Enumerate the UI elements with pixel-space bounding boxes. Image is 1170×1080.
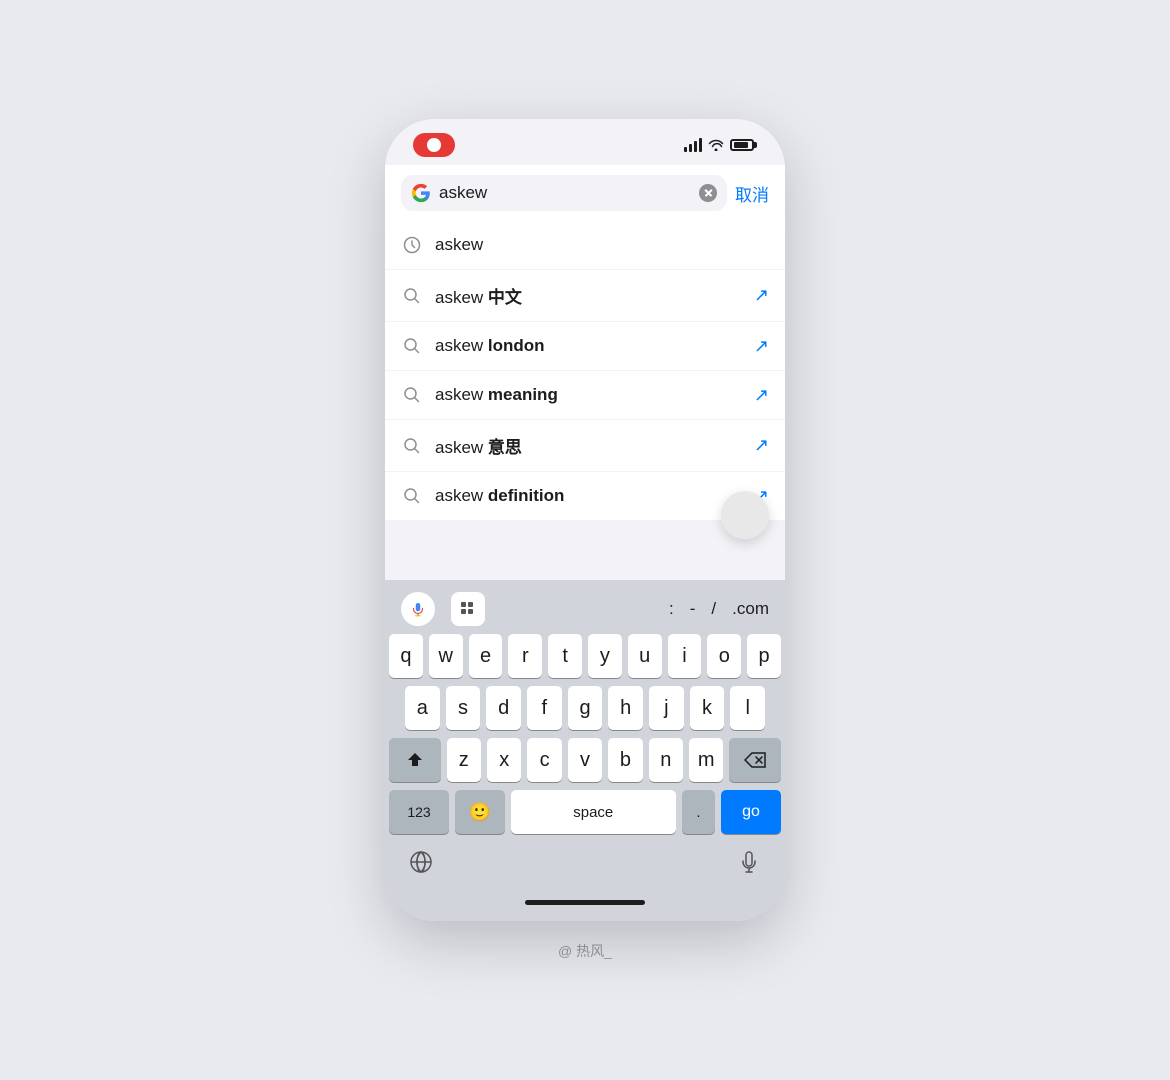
key-j[interactable]: j [649, 686, 684, 730]
toolbar-colon[interactable]: : [669, 599, 674, 619]
suggestion-item-2[interactable]: askew 中文 [385, 270, 785, 322]
suggestions-list: askew askew 中文 askew london [385, 221, 785, 520]
keyboard-toolbar: : - / .com [385, 588, 785, 634]
key-k[interactable]: k [690, 686, 725, 730]
suggestion-arrow-3 [754, 336, 769, 357]
suggestion-item-history[interactable]: askew [385, 221, 785, 270]
keyboard-row-3: z x c v b n m [385, 738, 785, 790]
key-h[interactable]: h [608, 686, 643, 730]
signal-icon [684, 138, 702, 152]
key-x[interactable]: x [487, 738, 521, 782]
clear-button[interactable] [699, 184, 717, 202]
suggestion-text-1: askew [435, 235, 742, 255]
numbers-button[interactable]: 123 [389, 790, 449, 834]
suggestion-text-3: askew london [435, 336, 742, 356]
key-r[interactable]: r [508, 634, 542, 678]
search-icon-3 [401, 335, 423, 357]
search-icon-6 [401, 485, 423, 507]
suggestion-text-5: askew 意思 [435, 433, 742, 458]
toolbar-slash[interactable]: / [711, 599, 716, 619]
toolbar-dotcom[interactable]: .com [732, 599, 769, 619]
suggestion-item-3[interactable]: askew london [385, 322, 785, 371]
search-area: 取消 [385, 165, 785, 221]
key-o[interactable]: o [707, 634, 741, 678]
key-b[interactable]: b [608, 738, 642, 782]
toolbar-left [401, 592, 485, 626]
globe-icon[interactable] [409, 850, 433, 880]
key-t[interactable]: t [548, 634, 582, 678]
emoji-button[interactable]: 🙂 [455, 790, 505, 834]
go-button[interactable]: go [721, 790, 781, 834]
suggestion-text-4: askew meaning [435, 385, 742, 405]
phone-frame: 取消 askew askew 中文 [385, 119, 785, 921]
suggestion-arrow-5 [754, 435, 769, 456]
suggestion-item-5[interactable]: askew 意思 [385, 420, 785, 472]
suggestion-text-6: askew definition [435, 486, 742, 506]
keyboard-row-1: q w e r t y u i o p [385, 634, 785, 686]
record-dot [427, 138, 441, 152]
battery-icon [730, 139, 757, 151]
key-p[interactable]: p [747, 634, 781, 678]
history-icon [401, 234, 423, 256]
key-m[interactable]: m [689, 738, 723, 782]
mic-bottom-icon[interactable] [737, 850, 761, 880]
suggestion-item-6[interactable]: askew definition [385, 472, 785, 520]
key-c[interactable]: c [527, 738, 561, 782]
keyboard: : - / .com q w e r t y u i o p a s d f g… [385, 580, 785, 921]
keyboard-bottom-row [385, 842, 785, 896]
suggestion-text-2: askew 中文 [435, 283, 742, 308]
search-input[interactable] [439, 183, 691, 203]
suggestion-arrow-2 [754, 285, 769, 306]
search-icon-2 [401, 285, 423, 307]
home-indicator [525, 900, 645, 905]
key-q[interactable]: q [389, 634, 423, 678]
watermark: @ 热风_ [558, 941, 612, 961]
grid-keyboard-button[interactable] [451, 592, 485, 626]
key-i[interactable]: i [668, 634, 702, 678]
wifi-icon [708, 139, 724, 151]
keyboard-row-2: a s d f g h j k l [385, 686, 785, 738]
keyboard-row-4: 123 🙂 space . go [385, 790, 785, 842]
key-u[interactable]: u [628, 634, 662, 678]
status-bar-left [413, 133, 455, 157]
mic-toolbar-button[interactable] [401, 592, 435, 626]
key-d[interactable]: d [486, 686, 521, 730]
key-s[interactable]: s [446, 686, 481, 730]
status-bar [385, 119, 785, 165]
period-button[interactable]: . [682, 790, 715, 834]
key-a[interactable]: a [405, 686, 440, 730]
google-logo-icon [411, 183, 431, 203]
floating-assistant-button[interactable] [721, 491, 769, 539]
space-button[interactable]: space [511, 790, 676, 834]
record-indicator [413, 133, 455, 157]
backspace-button[interactable] [729, 738, 781, 782]
status-bar-right [684, 138, 757, 152]
cancel-button[interactable]: 取消 [735, 181, 769, 206]
key-f[interactable]: f [527, 686, 562, 730]
key-g[interactable]: g [568, 686, 603, 730]
key-n[interactable]: n [649, 738, 683, 782]
key-y[interactable]: y [588, 634, 622, 678]
suggestion-item-4[interactable]: askew meaning [385, 371, 785, 420]
search-icon-5 [401, 435, 423, 457]
home-bar [385, 896, 785, 917]
key-w[interactable]: w [429, 634, 463, 678]
key-e[interactable]: e [469, 634, 503, 678]
toolbar-dash[interactable]: - [690, 599, 696, 619]
search-bar[interactable] [401, 175, 727, 211]
key-z[interactable]: z [447, 738, 481, 782]
key-l[interactable]: l [730, 686, 765, 730]
key-v[interactable]: v [568, 738, 602, 782]
search-icon-4 [401, 384, 423, 406]
shift-button[interactable] [389, 738, 441, 782]
suggestion-arrow-4 [754, 385, 769, 406]
